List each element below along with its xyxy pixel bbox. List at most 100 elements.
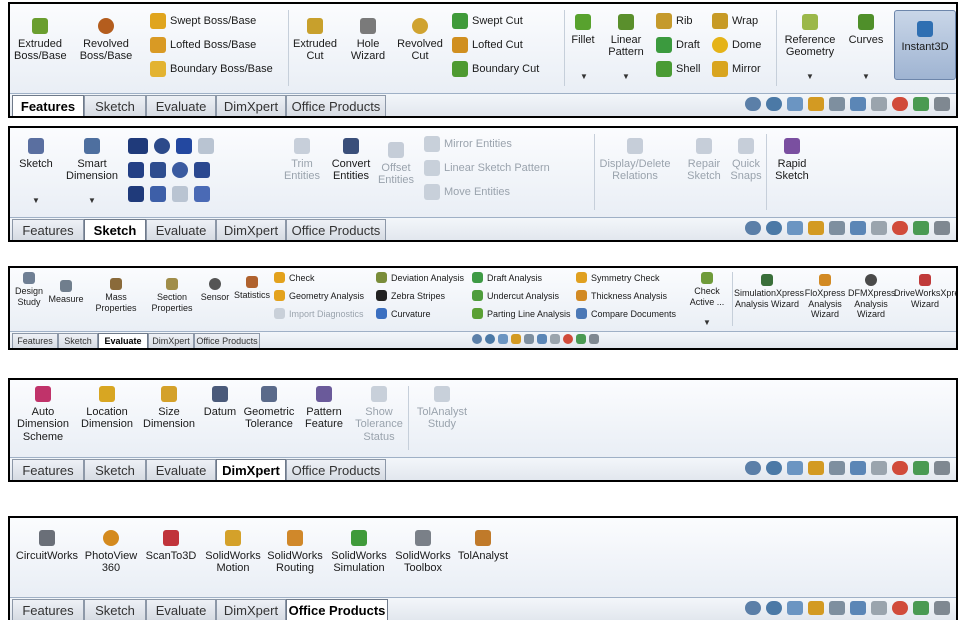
view-orientation-icon[interactable] (829, 97, 845, 111)
tab-dimxpert[interactable]: DimXpert (216, 219, 286, 240)
repair-sketch-button[interactable]: Repair Sketch (684, 138, 724, 183)
driveworksxpress-button[interactable]: DriveWorksXpress Wizard (894, 274, 956, 309)
tab-sketch[interactable]: Sketch (84, 219, 146, 240)
boundary-cut-button[interactable]: Boundary Cut (452, 61, 539, 77)
mirror-entities-button[interactable]: Mirror Entities (424, 136, 512, 152)
view-orientation-icon[interactable] (829, 461, 845, 475)
tab-office-products[interactable]: Office Products (194, 333, 260, 348)
geometry-analysis-button[interactable]: Geometry Analysis (274, 290, 364, 301)
view-orientation-icon[interactable] (524, 334, 534, 344)
curves-button[interactable]: Curves (846, 14, 886, 46)
zoom-to-fit-icon[interactable] (745, 461, 761, 475)
check-active-button[interactable]: Check Active ... (686, 272, 728, 307)
reference-geometry-dropdown-icon[interactable]: ▼ (806, 72, 814, 81)
section-properties-button[interactable]: Section Properties (150, 278, 194, 313)
swept-cut-button[interactable]: Swept Cut (452, 13, 523, 29)
spline-icon[interactable] (176, 138, 192, 154)
solidworks-routing-button[interactable]: SolidWorks Routing (266, 530, 324, 575)
edit-appearance-icon[interactable] (892, 461, 908, 475)
circuitworks-button[interactable]: CircuitWorks (14, 530, 80, 562)
curvature-button[interactable]: Curvature (376, 308, 431, 319)
scanto3d-button[interactable]: ScanTo3D (144, 530, 198, 562)
undercut-analysis-button[interactable]: Undercut Analysis (472, 290, 559, 301)
pattern-feature-button[interactable]: Pattern Feature (302, 386, 346, 431)
hide-show-items-icon[interactable] (550, 334, 560, 344)
zoom-to-fit-icon[interactable] (745, 221, 761, 235)
view-settings-icon[interactable] (934, 221, 950, 235)
section-view-icon[interactable] (808, 221, 824, 235)
compare-documents-button[interactable]: Compare Documents (576, 308, 676, 319)
edit-appearance-icon[interactable] (892, 97, 908, 111)
tab-features[interactable]: Features (12, 599, 84, 620)
previous-view-icon[interactable] (498, 334, 508, 344)
floxpress-button[interactable]: FloXpress Analysis Wizard (804, 274, 846, 319)
statistics-button[interactable]: Statistics (234, 276, 270, 301)
curves-dropdown-icon[interactable]: ▼ (862, 72, 870, 81)
tab-sketch[interactable]: Sketch (84, 599, 146, 620)
pattern-grid-icon[interactable] (198, 138, 214, 154)
fillet-icon[interactable] (172, 186, 188, 202)
tab-sketch[interactable]: Sketch (58, 333, 98, 348)
zoom-to-area-icon[interactable] (766, 461, 782, 475)
circle-icon[interactable] (154, 138, 170, 154)
apply-scene-icon[interactable] (913, 461, 929, 475)
import-diagnostics-button[interactable]: Import Diagnostics (274, 308, 364, 319)
move-entities-button[interactable]: Move Entities (424, 184, 510, 200)
ellipse-icon[interactable] (172, 162, 188, 178)
lofted-boss-button[interactable]: Lofted Boss/Base (150, 37, 256, 53)
zebra-stripes-button[interactable]: Zebra Stripes (376, 290, 445, 301)
check-active-dropdown-icon[interactable]: ▼ (703, 318, 711, 327)
text-icon[interactable] (194, 162, 210, 178)
hide-show-items-icon[interactable] (871, 601, 887, 615)
tab-features[interactable]: Features (12, 459, 84, 480)
trim-entities-button[interactable]: Trim Entities (280, 138, 324, 183)
check-button[interactable]: Check (274, 272, 315, 283)
tab-evaluate[interactable]: Evaluate (98, 333, 148, 348)
apply-scene-icon[interactable] (913, 97, 929, 111)
edit-appearance-icon[interactable] (563, 334, 573, 344)
parting-line-analysis-button[interactable]: Parting Line Analysis (472, 308, 571, 319)
fillet-button[interactable]: Fillet (566, 14, 600, 46)
extruded-cut-button[interactable]: Extruded Cut (290, 18, 340, 63)
display-style-icon[interactable] (850, 97, 866, 111)
tab-features[interactable]: Features (12, 219, 84, 240)
auto-dimension-scheme-button[interactable]: Auto Dimension Scheme (14, 386, 72, 444)
datum-button[interactable]: Datum (202, 386, 238, 418)
previous-view-icon[interactable] (787, 461, 803, 475)
dfmxpress-button[interactable]: DFMXpress Analysis Wizard (848, 274, 896, 319)
linear-pattern-button[interactable]: Linear Pattern (604, 14, 648, 59)
tab-dimxpert[interactable]: DimXpert (216, 599, 286, 620)
shell-button[interactable]: Shell (656, 61, 700, 77)
display-style-icon[interactable] (850, 461, 866, 475)
tab-office-products[interactable]: Office Products (286, 219, 386, 240)
mass-properties-button[interactable]: Mass Properties (94, 278, 138, 313)
view-settings-icon[interactable] (934, 97, 950, 111)
tolanalyst-button[interactable]: TolAnalyst (456, 530, 510, 562)
display-style-icon[interactable] (850, 221, 866, 235)
zoom-to-area-icon[interactable] (766, 97, 782, 111)
wrap-button[interactable]: Wrap (712, 13, 758, 29)
edit-appearance-icon[interactable] (892, 601, 908, 615)
zoom-to-fit-icon[interactable] (745, 97, 761, 111)
symmetry-check-button[interactable]: Symmetry Check (576, 272, 660, 283)
rectangle-icon[interactable] (128, 162, 144, 178)
solidworks-simulation-button[interactable]: SolidWorks Simulation (328, 530, 390, 575)
display-style-icon[interactable] (537, 334, 547, 344)
section-view-icon[interactable] (808, 97, 824, 111)
hole-wizard-button[interactable]: Hole Wizard (346, 18, 390, 63)
boundary-boss-button[interactable]: Boundary Boss/Base (150, 61, 273, 77)
offset-entities-button[interactable]: Offset Entities (376, 142, 416, 187)
view-settings-icon[interactable] (934, 461, 950, 475)
tab-evaluate[interactable]: Evaluate (146, 459, 216, 480)
extruded-boss-button[interactable]: Extruded Boss/Base (14, 18, 67, 63)
dome-button[interactable]: Dome (712, 37, 761, 53)
section-view-icon[interactable] (808, 461, 824, 475)
measure-button[interactable]: Measure (48, 280, 84, 305)
hide-show-items-icon[interactable] (871, 461, 887, 475)
line-icon[interactable] (128, 138, 148, 154)
reference-geometry-button[interactable]: Reference Geometry (778, 14, 842, 59)
tab-dimxpert[interactable]: DimXpert (148, 333, 194, 348)
swept-boss-button[interactable]: Swept Boss/Base (150, 13, 256, 29)
sketch-dropdown-icon[interactable]: ▼ (32, 196, 40, 205)
deviation-analysis-button[interactable]: Deviation Analysis (376, 272, 464, 283)
